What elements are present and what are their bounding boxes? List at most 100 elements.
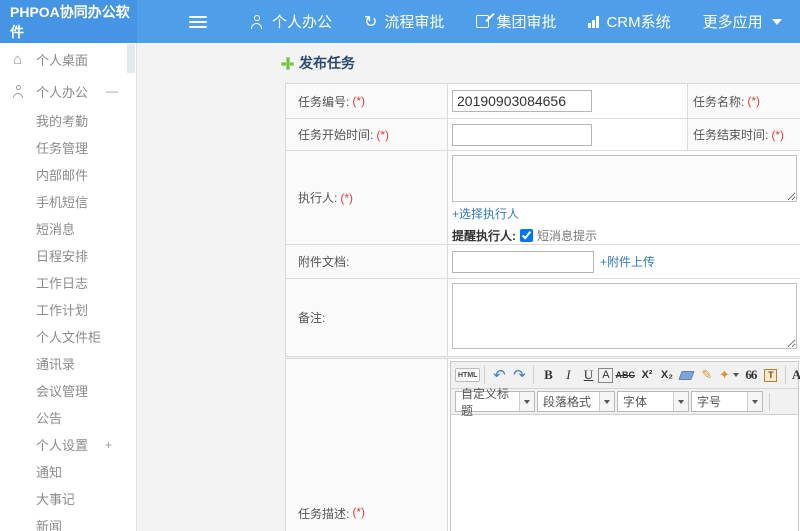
attachment-cell: +附件上传 — [448, 245, 800, 278]
underline-button[interactable]: U — [578, 365, 598, 385]
sidebar-item-events[interactable]: 大事记 — [0, 485, 136, 512]
sidebar-item-attendance[interactable]: 我的考勤 — [0, 107, 136, 134]
end-time-label: 任务结束时间: (*) — [687, 119, 800, 150]
remark-textarea[interactable] — [452, 283, 797, 349]
executor-textarea[interactable] — [452, 155, 797, 202]
sidebar: ⌂ 个人桌面 个人办公 — 我的考勤 任务管理 内部邮件 手机短信 短消息 日程… — [0, 43, 137, 531]
sidebar-item-sms[interactable]: 手机短信 — [0, 188, 136, 215]
table-row: 备注: — [286, 279, 800, 356]
font-color-button[interactable]: A — [790, 365, 800, 385]
collapse-icon[interactable]: — — [106, 84, 118, 98]
attachment-input[interactable] — [452, 250, 594, 273]
sms-remind-checkbox[interactable] — [520, 229, 533, 242]
chevron-down-icon — [732, 373, 739, 377]
toolbar-divider — [784, 366, 786, 384]
text-border-button[interactable]: A — [598, 367, 614, 383]
sidebar-item-desktop[interactable]: ⌂ 个人桌面 — [0, 43, 136, 75]
required-mark: (*) — [376, 127, 390, 142]
expand-icon[interactable]: + — [105, 438, 112, 452]
sidebar-item-label: 工作日志 — [36, 276, 89, 291]
strikethrough-button[interactable]: ABC — [613, 365, 637, 385]
table-row: 执行人: (*) +选择执行人 提醒执行人: 短消息提示 — [286, 151, 800, 245]
nav-item-personal-office[interactable]: 个人办公 — [235, 0, 348, 43]
nav-item-more-apps[interactable]: 更多应用 — [687, 0, 798, 43]
italic-button[interactable]: I — [558, 365, 578, 385]
person-icon — [13, 84, 29, 98]
attachment-upload-link[interactable]: +附件上传 — [600, 253, 655, 270]
html-source-button[interactable]: HTML — [455, 368, 481, 382]
start-time-input[interactable] — [452, 123, 592, 146]
app-logo: PHPOA协同办公软件 — [0, 0, 137, 43]
sidebar-item-label: 个人设置 — [36, 438, 89, 453]
redo-icon[interactable]: ↷ — [509, 365, 529, 385]
sidebar-item-personal-settings[interactable]: 个人设置 + — [0, 431, 136, 458]
task-name-label: 任务名称: (*) — [687, 84, 800, 118]
sidebar-item-short-message[interactable]: 短消息 — [0, 215, 136, 242]
sidebar-item-file-cabinet[interactable]: 个人文件柜 — [0, 323, 136, 350]
required-mark: (*) — [771, 127, 785, 142]
nav-item-group-approval[interactable]: 集团审批 — [460, 0, 572, 43]
table-row: 任务编号:(*) 任务名称:(*) — [286, 84, 800, 119]
rich-text-editor: HTML ↶ ↷ B I U A ABC X² X₂ ✎ ✦ 66 T A 自定… — [450, 361, 800, 531]
undo-icon[interactable]: ↶ — [489, 365, 509, 385]
paste-as-text-icon[interactable]: T — [761, 365, 781, 385]
sidebar-item-label: 手机短信 — [36, 195, 89, 210]
sidebar-item-news[interactable]: 新闻 — [0, 512, 136, 531]
sidebar-item-label: 个人办公 — [36, 84, 89, 100]
choose-executor-link[interactable]: +选择执行人 — [452, 205, 519, 222]
font-size-dropdown[interactable]: 字号 — [691, 391, 763, 412]
chevron-down-icon — [673, 392, 688, 411]
sidebar-scrollbar-thumb[interactable] — [127, 44, 135, 73]
start-time-label: 任务开始时间: (*) — [286, 119, 448, 150]
sidebar-item-notice[interactable]: 通知 — [0, 458, 136, 485]
executor-label: 执行人: (*) — [286, 151, 448, 244]
remind-line: 提醒执行人: 短消息提示 — [452, 227, 597, 244]
sidebar-item-label: 短消息 — [36, 222, 76, 237]
description-label: 任务描述: (*) — [298, 505, 366, 521]
superscript-button[interactable]: X² — [637, 365, 657, 385]
sidebar-item-task-management[interactable]: 任务管理 — [0, 134, 136, 161]
remark-cell — [448, 279, 800, 356]
sidebar-item-announcement[interactable]: 公告 — [0, 404, 136, 431]
sidebar-item-schedule[interactable]: 日程安排 — [0, 242, 136, 269]
required-mark: (*) — [352, 94, 366, 108]
chevron-down-icon — [747, 392, 762, 411]
page-title: 发布任务 — [281, 53, 355, 73]
sidebar-item-label: 任务管理 — [36, 141, 89, 156]
blockquote-button[interactable]: 66 — [741, 365, 761, 385]
sidebar-item-work-log[interactable]: 工作日志 — [0, 269, 136, 296]
format-brush-icon[interactable]: ✎ — [697, 365, 717, 385]
paragraph-format-dropdown[interactable]: 段落格式 — [537, 391, 615, 412]
bold-button[interactable]: B — [538, 365, 558, 385]
task-number-cell — [448, 84, 687, 118]
custom-title-dropdown[interactable]: 自定义标题 — [455, 387, 535, 418]
sidebar-item-label: 公告 — [36, 411, 63, 426]
editor-toolbar-row2: 自定义标题 段落格式 字体 字号 — [451, 387, 798, 418]
font-family-dropdown[interactable]: 字体 — [617, 391, 689, 412]
quick-format-icon[interactable]: ✦ — [717, 365, 741, 385]
nav-item-label: CRM系统 — [606, 14, 671, 31]
required-mark: (*) — [352, 505, 366, 519]
chevron-down-icon — [519, 392, 534, 411]
sidebar-item-personal-office[interactable]: 个人办公 — — [0, 75, 136, 107]
table-row: 任务开始时间: (*) 任务结束时间: (*) — [286, 119, 800, 151]
sidebar-item-meeting[interactable]: 会议管理 — [0, 377, 136, 404]
sidebar-item-label: 会议管理 — [36, 384, 89, 399]
description-label-cell: 任务描述: (*) — [286, 359, 448, 531]
sidebar-item-internal-mail[interactable]: 内部邮件 — [0, 161, 136, 188]
sidebar-item-contacts[interactable]: 通讯录 — [0, 350, 136, 377]
required-mark: (*) — [747, 94, 761, 108]
remove-format-icon[interactable] — [677, 365, 697, 385]
sidebar-item-label: 通知 — [36, 465, 63, 480]
nav-item-label: 流程审批 — [384, 14, 445, 31]
nav-item-process-approval[interactable]: ↻ 流程审批 — [348, 0, 460, 43]
nav-item-crm[interactable]: CRM系统 — [572, 0, 686, 43]
menu-toggle-icon[interactable] — [189, 0, 207, 43]
subscript-button[interactable]: X₂ — [657, 365, 677, 385]
task-number-input[interactable] — [452, 90, 592, 112]
toolbar-divider — [533, 366, 535, 384]
editor-content-area[interactable] — [451, 415, 798, 531]
sidebar-item-label: 大事记 — [36, 492, 76, 507]
sidebar-item-work-plan[interactable]: 工作计划 — [0, 296, 136, 323]
table-row: 附件文档: +附件上传 — [286, 245, 800, 279]
